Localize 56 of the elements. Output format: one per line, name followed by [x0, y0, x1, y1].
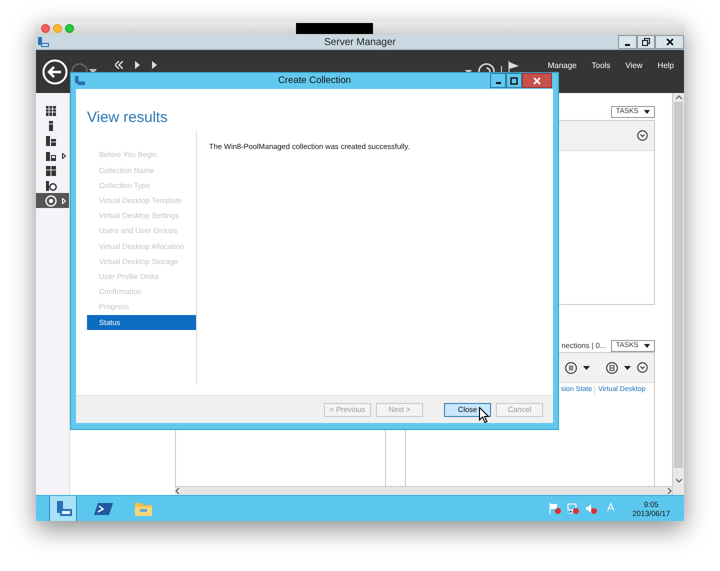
pause-icon[interactable] — [565, 362, 577, 374]
close-button[interactable] — [522, 73, 552, 88]
close-icon — [666, 38, 674, 46]
close-button[interactable] — [655, 35, 684, 49]
restore-icon — [642, 38, 650, 46]
nav-item[interactable] — [36, 193, 69, 208]
pointer-icon — [479, 407, 489, 423]
caret-icon — [644, 344, 650, 348]
menu-item[interactable]: View — [625, 60, 643, 72]
speaker-muted-icon[interactable] — [585, 503, 598, 514]
rds-icon — [45, 194, 57, 206]
breadcrumb-chevron-icon[interactable] — [115, 60, 123, 68]
menu-item[interactable]: Tools — [592, 60, 610, 72]
iis-icon — [45, 180, 57, 192]
expand-arrow-icon[interactable] — [62, 152, 66, 158]
page-heading: View results — [87, 108, 169, 128]
scroll-right-icon[interactable] — [667, 488, 672, 494]
input-indicator[interactable]: A — [607, 500, 614, 517]
building-icon — [45, 164, 57, 176]
expand-icon[interactable] — [637, 362, 648, 373]
storage-icon — [45, 150, 57, 162]
window-title: Server Manager — [323, 36, 397, 50]
minimize-button[interactable] — [618, 35, 637, 49]
collection-icon — [75, 76, 85, 86]
back-icon[interactable] — [42, 58, 68, 84]
close-icon — [533, 76, 541, 84]
minimize-button[interactable] — [490, 73, 506, 88]
maximize-icon — [510, 76, 518, 84]
taskbar-app-button[interactable] — [49, 496, 77, 521]
close-light-icon[interactable] — [41, 24, 50, 33]
restore-button[interactable] — [637, 35, 655, 49]
terminal-icon — [94, 500, 112, 517]
server-manager-icon — [38, 36, 49, 48]
servers-icon — [45, 134, 57, 146]
dialog-title: Create Collection — [277, 74, 352, 88]
dropdown-arrow-icon[interactable] — [583, 366, 590, 370]
maximize-button[interactable] — [506, 73, 522, 88]
scroll-left-icon[interactable] — [175, 488, 180, 494]
dashboard-icon — [45, 104, 57, 116]
flag-warning-icon[interactable] — [549, 503, 562, 514]
menu-item[interactable]: Help — [658, 60, 674, 72]
scroll-thumb[interactable] — [674, 102, 683, 468]
dropdown-arrow-icon[interactable] — [624, 366, 631, 370]
folder-icon — [134, 500, 152, 517]
vertical-scrollbar[interactable] — [672, 93, 684, 495]
scroll-up-icon[interactable] — [676, 95, 682, 100]
expand-icon[interactable] — [637, 130, 648, 141]
horizontal-scrollbar[interactable] — [175, 486, 672, 495]
network-warning-icon[interactable] — [567, 503, 580, 514]
caret-icon — [644, 110, 650, 114]
restart-icon[interactable] — [606, 362, 618, 374]
menu-item[interactable]: Manage — [548, 60, 577, 72]
scroll-down-icon[interactable] — [676, 478, 682, 483]
breadcrumb-arrow-icon — [152, 60, 157, 68]
breadcrumb-arrow-icon — [135, 60, 140, 68]
zoom-light-icon[interactable] — [65, 24, 74, 33]
